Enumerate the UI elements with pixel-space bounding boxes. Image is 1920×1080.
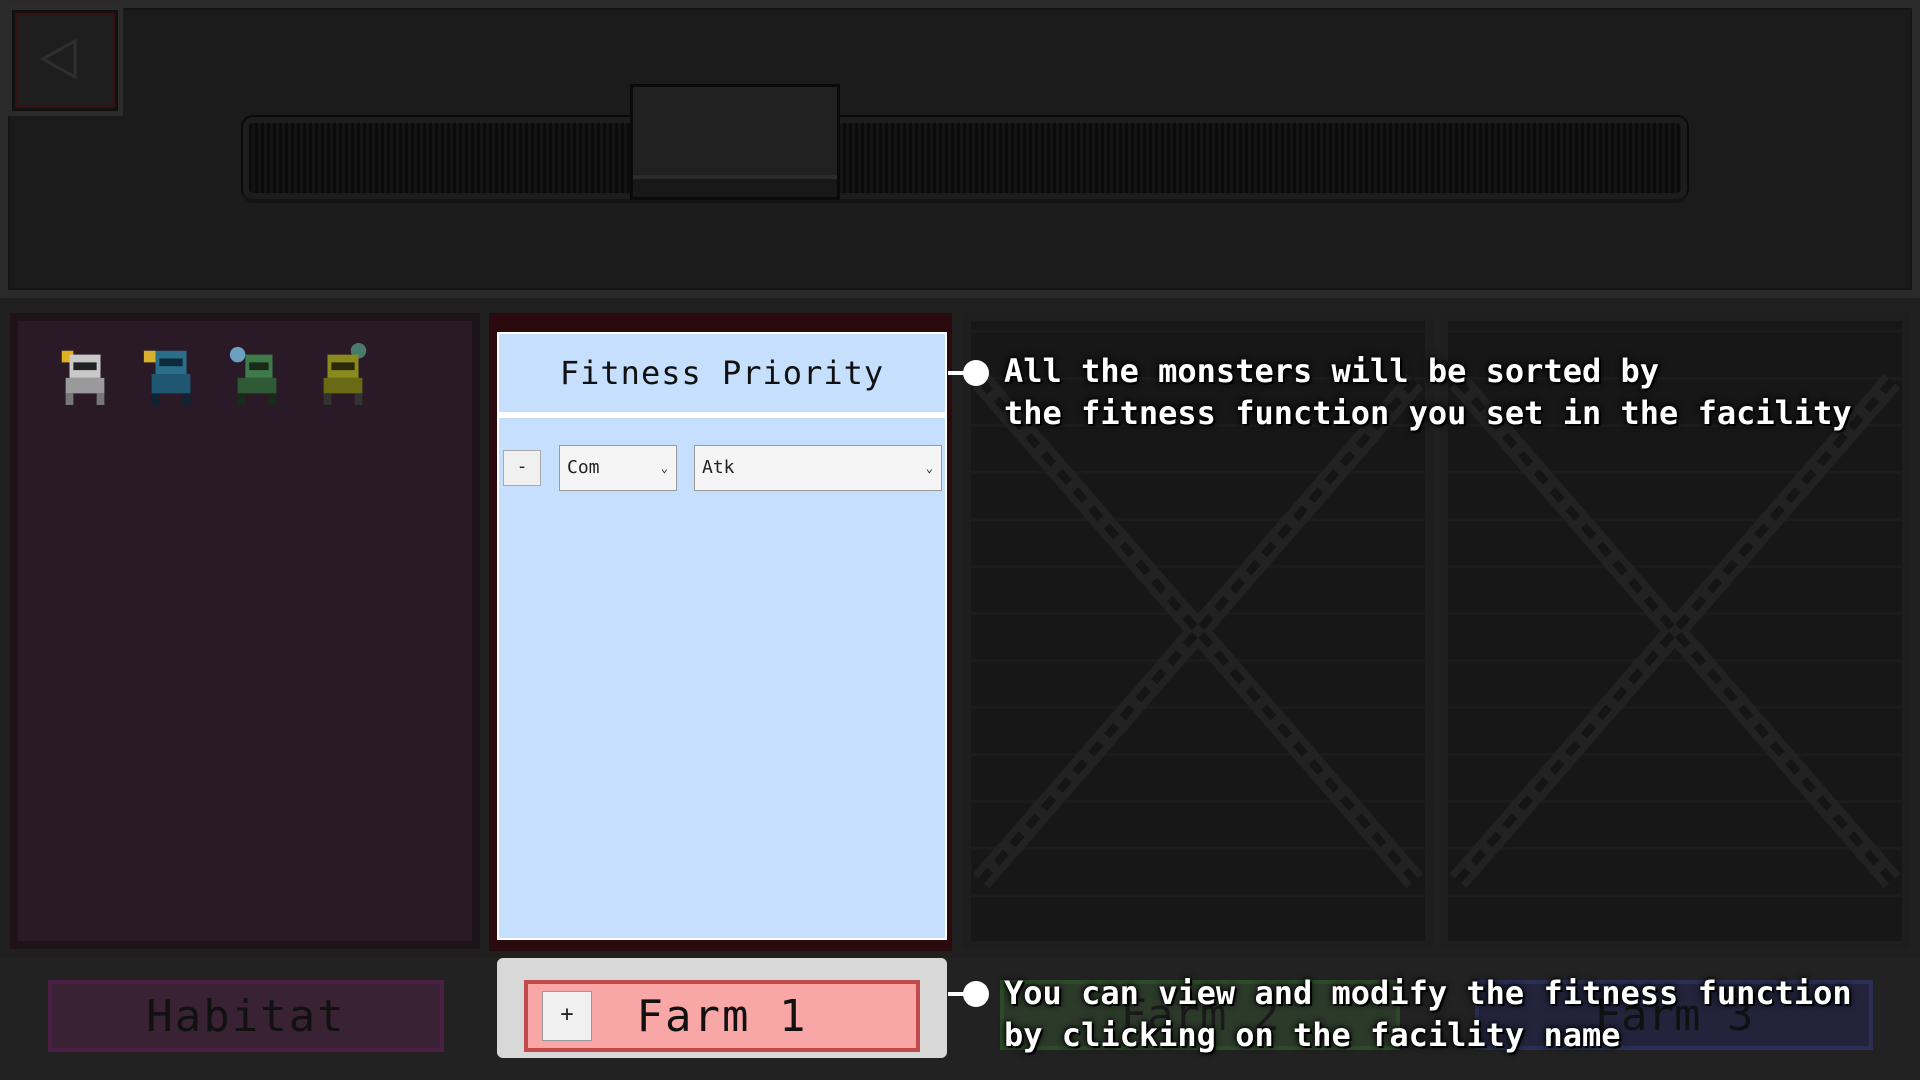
tooltip-sorting-line2: the fitness function you set in the faci…	[1004, 394, 1852, 432]
remove-priority-button[interactable]: -	[503, 450, 541, 486]
back-arrow-icon	[39, 38, 77, 80]
fitness-priority-title: Fitness Priority	[499, 334, 945, 418]
chevron-down-icon: ⌄	[660, 461, 668, 475]
tooltip-modify: You can view and modify the fitness func…	[1004, 972, 1852, 1056]
monster-white-sprite[interactable]	[54, 343, 116, 405]
tab-habitat[interactable]: Habitat	[48, 980, 444, 1052]
priority-target-value: Atk	[702, 457, 735, 478]
back-button[interactable]	[12, 10, 118, 111]
priority-target-select[interactable]: Atk ⌄	[694, 445, 942, 491]
tooltip-modify-line2: by clicking on the facility name	[1004, 1016, 1621, 1054]
priority-stat-value: Com	[567, 457, 600, 478]
habitat-panel	[10, 313, 480, 949]
fitness-priority-panel: Fitness Priority - Com ⌄ Atk ⌄	[497, 332, 947, 940]
tooltip-sorting: All the monsters will be sorted by the f…	[1004, 350, 1852, 434]
chevron-down-icon: ⌄	[925, 461, 933, 475]
add-priority-button[interactable]: +	[542, 991, 592, 1041]
monster-blue-sprite[interactable]	[140, 343, 202, 405]
tooltip-sorting-line1: All the monsters will be sorted by	[1004, 352, 1660, 390]
monster-green-sprite[interactable]	[226, 343, 288, 405]
facility-scroll-track[interactable]	[243, 117, 1687, 199]
tooltip-modify-line1: You can view and modify the fitness func…	[1004, 974, 1852, 1012]
monster-yellow-sprite[interactable]	[312, 343, 374, 405]
tooltip-bullet-icon	[963, 360, 989, 386]
facility-scroll-thumb[interactable]	[630, 84, 840, 200]
priority-stat-select[interactable]: Com ⌄	[559, 445, 677, 491]
tooltip-bullet-icon	[963, 981, 989, 1007]
